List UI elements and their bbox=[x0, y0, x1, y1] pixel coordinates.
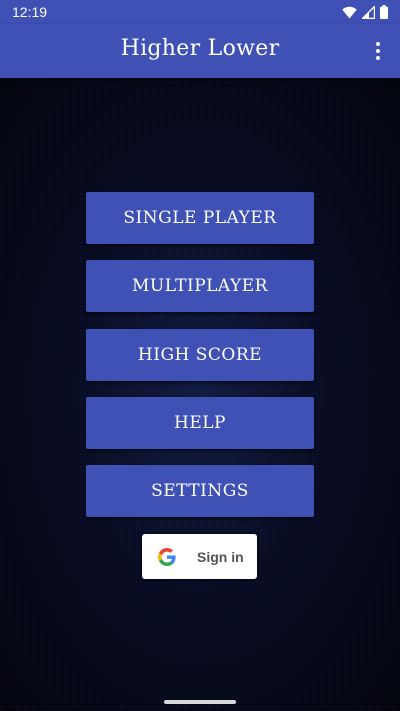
wifi-icon bbox=[342, 6, 357, 18]
battery-icon bbox=[380, 5, 388, 19]
single-player-button[interactable]: SINGLE PLAYER bbox=[86, 192, 314, 244]
google-g-icon bbox=[158, 547, 176, 566]
sign-in-label: Sign in bbox=[197, 548, 244, 565]
cellular-icon bbox=[362, 5, 375, 19]
main-menu-area: SINGLE PLAYER MULTIPLAYER HIGH SCORE HEL… bbox=[0, 78, 400, 711]
settings-button[interactable]: SETTINGS bbox=[86, 465, 314, 517]
more-vert-icon[interactable] bbox=[370, 41, 386, 61]
status-time: 12:19 bbox=[12, 4, 48, 20]
app-title: Higher Lower bbox=[120, 36, 280, 61]
help-button[interactable]: HELP bbox=[86, 397, 314, 449]
status-bar: 12:19 bbox=[0, 0, 400, 24]
google-sign-in-button[interactable]: Sign in bbox=[142, 534, 257, 579]
app-bar: Higher Lower bbox=[0, 24, 400, 78]
high-score-button[interactable]: HIGH SCORE bbox=[86, 329, 314, 381]
status-icons bbox=[342, 5, 388, 19]
navigation-gesture-handle[interactable] bbox=[164, 700, 236, 704]
multiplayer-button[interactable]: MULTIPLAYER bbox=[86, 260, 314, 312]
